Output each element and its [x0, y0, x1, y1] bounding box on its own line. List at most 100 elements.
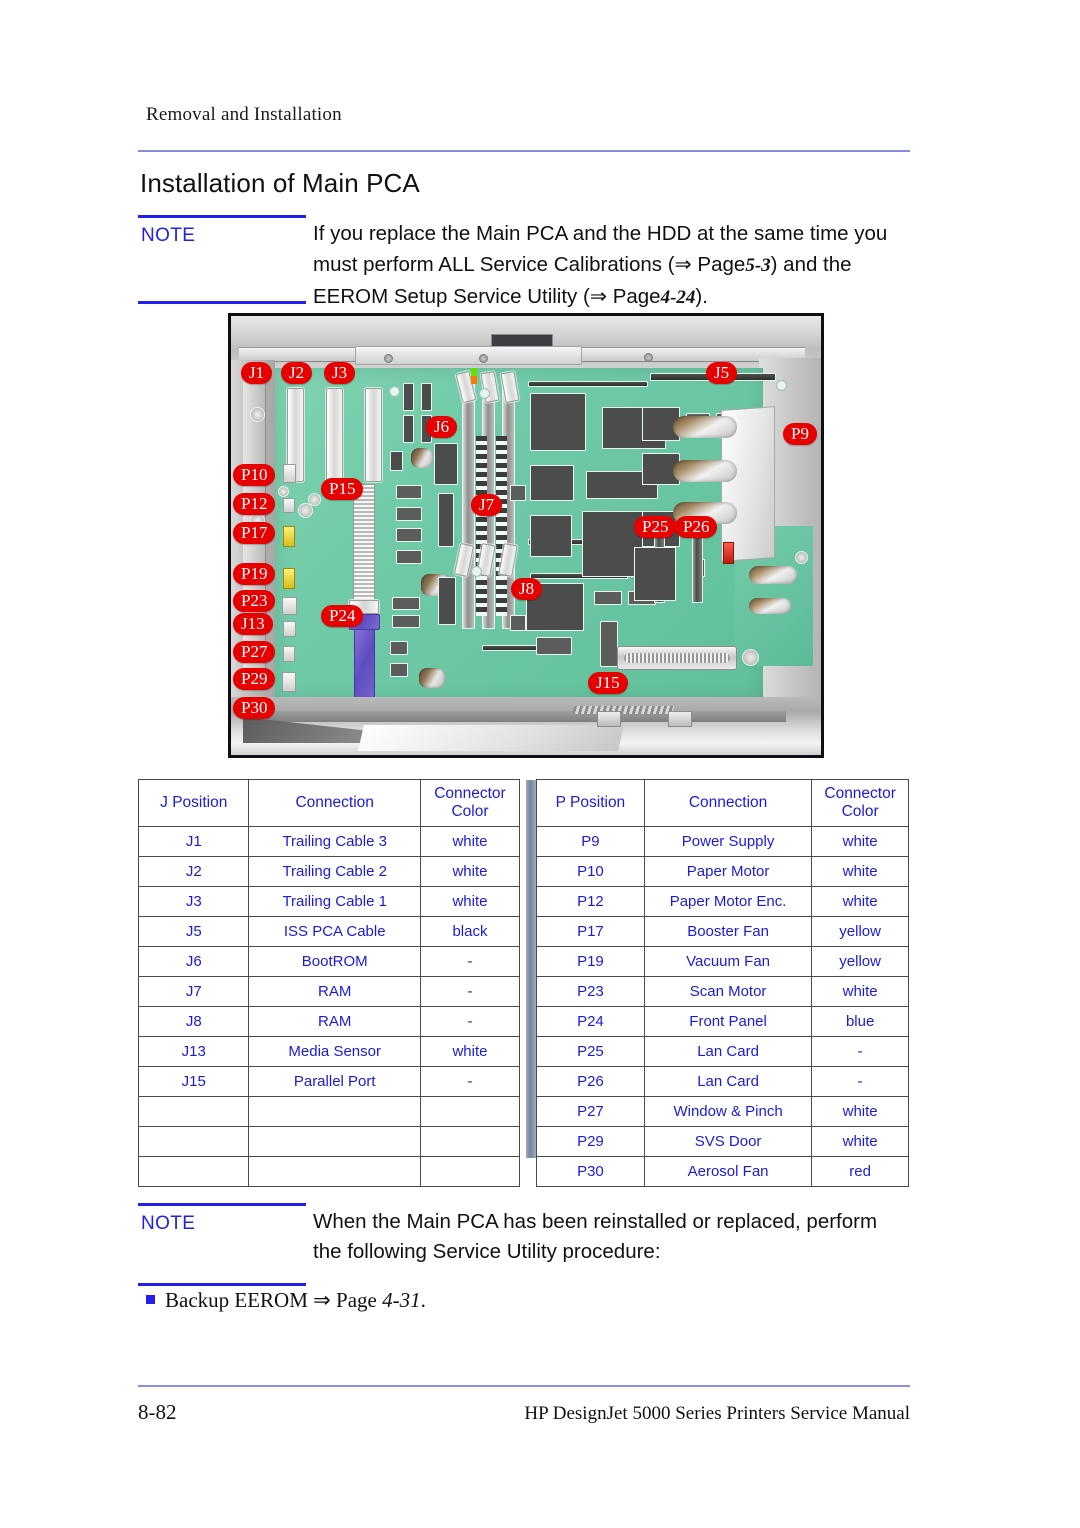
- power-cap: [749, 566, 797, 584]
- note-rule-top: [138, 1203, 306, 1206]
- note-block-calibrations: NOTE If you replace the Main PCA and the…: [138, 215, 928, 308]
- callout-badge-p29: P29: [233, 668, 276, 690]
- note-body: When the Main PCA has been reinstalled o…: [313, 1207, 877, 1267]
- footer-rule: [138, 1385, 910, 1387]
- callout-badge-p27: P27: [233, 641, 276, 663]
- col-header-connection: Connection: [248, 779, 421, 827]
- chip: [439, 578, 455, 624]
- cell-position: P24: [536, 1006, 645, 1037]
- table-row: J8 RAM -: [137, 1006, 521, 1037]
- cell-connector-color: -: [811, 1036, 909, 1067]
- connector-p17: [283, 526, 295, 547]
- connector-j3: [365, 388, 382, 482]
- note-rule-bottom: [138, 301, 306, 304]
- cell-connector-color: white: [811, 1096, 909, 1127]
- standoff: [309, 494, 320, 505]
- table-row: P19 Vacuum Fan yellow: [536, 946, 909, 977]
- cell-position: [137, 1096, 250, 1127]
- cell-connection: [248, 1126, 421, 1157]
- callout-badge-j1: J1: [241, 362, 273, 384]
- chassis-bottom-bar: [266, 711, 786, 722]
- bullet-text-b: Page: [330, 1288, 383, 1312]
- cell-connector-color: white: [811, 826, 909, 857]
- table-row: P23 Scan Motor white: [536, 976, 909, 1007]
- cell-position: J8: [137, 1006, 250, 1037]
- cell-connector-color: white: [811, 976, 909, 1007]
- callout-badge-j8: J8: [511, 578, 543, 600]
- cell-connector-color: [419, 1096, 521, 1127]
- cell-connection: Front Panel: [643, 1006, 813, 1037]
- note1-line1: If you replace the Main PCA and the HDD …: [313, 222, 888, 245]
- bullet-text-c: .: [420, 1288, 426, 1312]
- cell-connector-color: -: [419, 946, 521, 977]
- mount-hole: [479, 388, 490, 399]
- chip: [391, 452, 402, 470]
- power-cap: [749, 598, 791, 614]
- note1-line3-a: EEROM Setup Service Utility (: [313, 285, 590, 308]
- chip: [422, 384, 431, 410]
- bullet-text-a: Backup EEROM: [165, 1288, 314, 1312]
- jumper-red: [723, 542, 734, 564]
- chip: [397, 486, 421, 498]
- ram-slot-pins: [496, 436, 507, 616]
- footer-manual-title: HP DesignJet 5000 Series Printers Servic…: [524, 1403, 910, 1424]
- cell-position: P12: [536, 886, 645, 917]
- cell-connector-color: yellow: [811, 916, 909, 947]
- connector-p10: [283, 464, 296, 483]
- cell-connector-color: yellow: [811, 946, 909, 977]
- callout-badge-j3: J3: [324, 362, 356, 384]
- cell-connector-color: white: [811, 856, 909, 887]
- callout-badge-j13: J13: [233, 613, 273, 635]
- callout-badge-p17: P17: [233, 522, 276, 544]
- note-body: If you replace the Main PCA and the HDD …: [313, 219, 887, 313]
- cell-position: P10: [536, 856, 645, 887]
- cell-position: P23: [536, 976, 645, 1007]
- table-row: J1 Trailing Cable 3 white: [137, 826, 521, 857]
- cell-connector-color: blue: [811, 1006, 909, 1037]
- table-row: P10 Paper Motor white: [536, 856, 909, 887]
- implies-arrow-icon: ⇒: [313, 1288, 331, 1312]
- chip: [404, 416, 413, 442]
- cell-connector-color: -: [419, 1066, 521, 1097]
- cell-connector-color: red: [811, 1156, 909, 1187]
- chassis-tab: [667, 711, 692, 727]
- power-cap: [673, 460, 737, 482]
- table-row: J15 Parallel Port -: [137, 1066, 521, 1097]
- cell-connection: Trailing Cable 1: [248, 886, 421, 917]
- note1-line3-c: ).: [695, 285, 708, 308]
- page-title: Installation of Main PCA: [140, 168, 420, 198]
- chip: [397, 551, 421, 563]
- callout-badge-j6: J6: [426, 416, 458, 438]
- cell-position: P9: [536, 826, 645, 857]
- chassis-vent: [571, 706, 675, 714]
- callout-badge-j2: J2: [281, 362, 313, 384]
- connector-j2: [326, 388, 343, 482]
- status-led-amber: [471, 376, 477, 384]
- cell-connector-color: black: [419, 916, 521, 947]
- cell-position: J15: [137, 1066, 250, 1097]
- connector-p23: [282, 597, 297, 615]
- power-cap: [673, 416, 737, 438]
- j-table-body: J1 Trailing Cable 3 white J2 Trailing Cable …: [137, 826, 521, 1187]
- cell-connection: Window & Pinch: [643, 1096, 813, 1127]
- connector-p19: [283, 568, 295, 589]
- bootrom-chip: [435, 444, 457, 484]
- cell-connection: Lan Card: [643, 1036, 813, 1067]
- table-separator-bar: [526, 780, 536, 1158]
- chassis-tab: [596, 711, 621, 727]
- capacitor: [419, 668, 445, 688]
- table-row-empty: [137, 1156, 521, 1187]
- chip: [537, 638, 571, 654]
- cell-connection: [248, 1156, 421, 1187]
- cell-connector-color: -: [419, 976, 521, 1007]
- via: [279, 487, 288, 496]
- chip: [601, 622, 617, 666]
- chip: [595, 592, 621, 604]
- cell-position: J7: [137, 976, 250, 1007]
- callout-badge-p24: P24: [321, 605, 364, 627]
- note1-line2-a: must perform ALL Service Calibrations (: [313, 253, 675, 276]
- table-row: P25 Lan Card -: [536, 1036, 909, 1067]
- connector-p15: [353, 484, 375, 606]
- cell-position: P27: [536, 1096, 645, 1127]
- cell-connection: Aerosol Fan: [643, 1156, 813, 1187]
